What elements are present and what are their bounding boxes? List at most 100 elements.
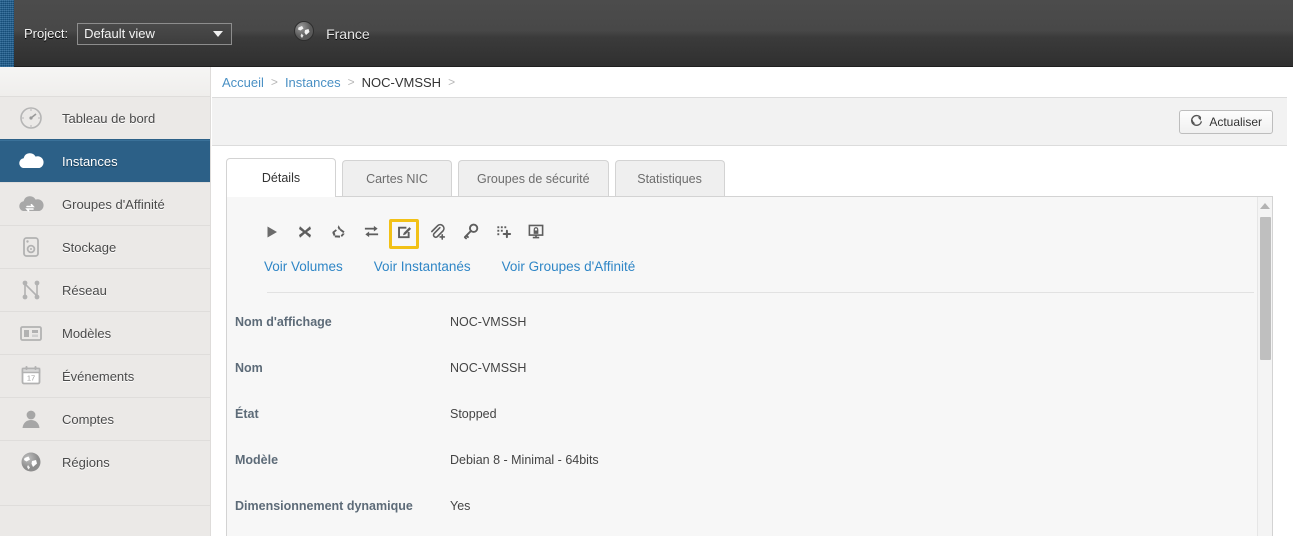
detail-value: Yes <box>450 499 471 513</box>
sidebar-item-groupes-daffinite[interactable]: Groupes d'Affinité <box>0 182 210 225</box>
detail-row: Nom NOC-VMSSH <box>235 361 1272 407</box>
view-volumes-link[interactable]: Voir Volumes <box>264 259 343 274</box>
stop-x-icon <box>297 224 313 245</box>
tab-list: Détails Cartes NIC Groupes de sécurité S… <box>226 158 1273 197</box>
scale-up-icon <box>495 223 512 245</box>
project-select-value: Default view <box>84 26 155 41</box>
tab-cartes-nic[interactable]: Cartes NIC <box>342 160 452 196</box>
globe-icon <box>293 20 315 47</box>
region-indicator[interactable]: France <box>293 20 370 47</box>
sidebar-item-evenements[interactable]: 17 Événements <box>0 354 210 397</box>
sidebar-item-comptes[interactable]: Comptes <box>0 397 210 440</box>
detail-row: Nom d'affichage NOC-VMSSH <box>235 315 1272 361</box>
refresh-button[interactable]: Actualiser <box>1179 109 1273 134</box>
view-console-button[interactable] <box>521 219 551 249</box>
globe-icon <box>0 449 62 475</box>
swap-arrows-icon <box>363 223 380 245</box>
refresh-button-label: Actualiser <box>1209 114 1262 129</box>
key-icon <box>462 223 479 245</box>
scrollbar-thumb[interactable] <box>1260 217 1271 360</box>
breadcrumb-item-accueil[interactable]: Accueil <box>222 75 264 90</box>
refresh-icon <box>1190 114 1203 130</box>
tab-statistiques[interactable]: Statistiques <box>614 160 725 196</box>
hard-drive-icon <box>0 234 62 260</box>
top-header: Project: Default view France <box>14 0 1293 67</box>
sidebar-item-label: Modèles <box>62 325 112 341</box>
sidebar-item-regions[interactable]: Régions <box>0 440 210 483</box>
sidebar-item-label: Réseau <box>62 282 107 298</box>
breadcrumb: Accueil > Instances > NOC-VMSSH > <box>212 67 1293 98</box>
detail-value: NOC-VMSSH <box>450 315 527 329</box>
sidebar-item-reseau[interactable]: Réseau <box>0 268 210 311</box>
paperclip-plus-icon <box>428 223 447 245</box>
start-instance-button[interactable] <box>257 219 287 249</box>
console-monitor-icon <box>527 223 545 245</box>
reset-password-button[interactable] <box>455 219 485 249</box>
sidebar-item-label: Tableau de bord <box>62 110 156 126</box>
user-icon <box>0 406 62 432</box>
details-panel: Voir Volumes Voir Instantanés Voir Group… <box>226 196 1273 536</box>
chevron-down-icon <box>213 30 224 37</box>
breadcrumb-separator: > <box>347 75 355 89</box>
detail-row: Dimensionnement dynamique Yes <box>235 499 1272 536</box>
sidebar-item-label: Événements <box>62 368 135 384</box>
action-toolbar: Actualiser <box>212 98 1293 146</box>
detail-value: NOC-VMSSH <box>450 361 527 375</box>
detail-key: Modèle <box>235 453 279 467</box>
breadcrumb-separator: > <box>270 75 278 89</box>
project-select[interactable]: Default view <box>77 22 233 45</box>
sidebar-item-instances[interactable]: Instances <box>0 139 210 182</box>
sidebar-item-label: Instances <box>62 153 118 169</box>
tab-label: Cartes NIC <box>366 171 428 186</box>
breadcrumb-separator: > <box>448 75 456 89</box>
edit-instance-button[interactable] <box>389 219 419 249</box>
project-label: Project: <box>24 26 69 41</box>
sidebar-item-tableau-de-bord[interactable]: Tableau de bord <box>0 96 210 139</box>
sidebar: Tableau de bord Instances Groupes d'Affi… <box>0 67 211 536</box>
detail-key: Nom <box>235 361 263 375</box>
detail-key: Nom d'affichage <box>235 315 332 329</box>
breadcrumb-item-current: NOC-VMSSH <box>361 74 442 90</box>
detail-row: Modèle Debian 8 - Minimal - 64bits <box>235 453 1272 499</box>
main-content: Accueil > Instances > NOC-VMSSH > Actual… <box>212 67 1293 536</box>
templates-icon <box>0 321 62 345</box>
reboot-instance-button[interactable] <box>323 219 353 249</box>
tab-details[interactable]: Détails <box>226 158 336 197</box>
recycle-icon <box>330 223 347 245</box>
detail-key: Dimensionnement dynamique <box>235 499 413 513</box>
tab-groupes-de-securite[interactable]: Groupes de sécurité <box>458 160 609 196</box>
view-affinity-groups-link[interactable]: Voir Groupes d'Affinité <box>502 259 636 274</box>
migrate-instance-button[interactable] <box>356 219 386 249</box>
tab-label: Statistiques <box>637 171 702 186</box>
sidebar-empty-area <box>0 505 210 536</box>
left-blue-strip <box>0 0 14 67</box>
sidebar-item-label: Régions <box>62 454 110 470</box>
chevron-up-icon[interactable] <box>1260 203 1270 209</box>
sidebar-item-label: Stockage <box>62 239 117 255</box>
sidebar-top-spacer <box>0 67 210 96</box>
calendar-icon: 17 <box>0 363 62 389</box>
app-window: Project: Default view France Tableau de … <box>0 0 1293 536</box>
edit-pencil-icon <box>396 223 413 245</box>
stop-instance-button[interactable] <box>290 219 320 249</box>
region-name: France <box>326 25 370 42</box>
cloud-sync-icon <box>0 193 62 215</box>
network-nodes-icon <box>0 277 62 303</box>
detail-row: État Stopped <box>235 407 1272 453</box>
instance-action-icons <box>257 219 1272 249</box>
tabs-container: Détails Cartes NIC Groupes de sécurité S… <box>212 146 1293 197</box>
view-snapshots-link[interactable]: Voir Instantanés <box>374 259 471 274</box>
tab-label: Groupes de sécurité <box>477 171 590 186</box>
scale-instance-button[interactable] <box>488 219 518 249</box>
sidebar-item-stockage[interactable]: Stockage <box>0 225 210 268</box>
details-list: Nom d'affichage NOC-VMSSH Nom NOC-VMSSH … <box>227 293 1272 536</box>
instance-actions: Voir Volumes Voir Instantanés Voir Group… <box>227 197 1272 293</box>
details-scrollbar[interactable] <box>1257 197 1272 536</box>
attach-iso-button[interactable] <box>422 219 452 249</box>
sidebar-item-label: Comptes <box>62 411 115 427</box>
sidebar-item-label: Groupes d'Affinité <box>62 196 165 212</box>
breadcrumb-item-instances[interactable]: Instances <box>285 75 341 90</box>
sidebar-item-modeles[interactable]: Modèles <box>0 311 210 354</box>
right-edge-gap <box>1287 67 1293 536</box>
play-icon <box>264 224 280 245</box>
